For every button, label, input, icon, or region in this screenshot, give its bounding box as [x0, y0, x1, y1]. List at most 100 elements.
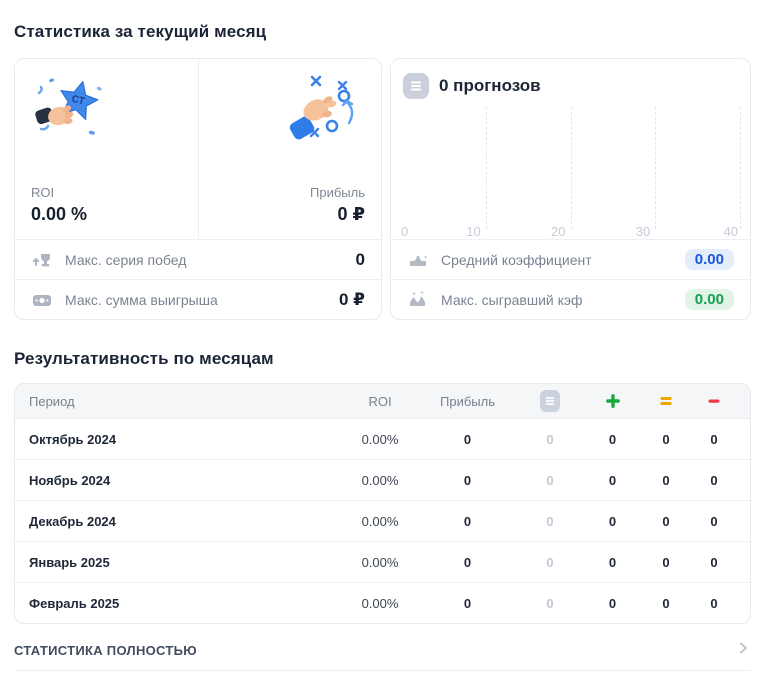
- table-row: Февраль 2025 0.00% 0 0 0 0 0: [15, 582, 750, 623]
- forecasts-chart-block: 0 прогнозов 0 10 20 30 40: [391, 59, 750, 239]
- banknote-icon: [31, 289, 53, 311]
- row-returns: 0: [640, 432, 692, 447]
- profit-stat: Прибыль 0 ₽: [310, 185, 365, 225]
- row-forecasts: 0: [515, 432, 585, 447]
- monthly-results-title: Результативность по месяцам: [14, 349, 751, 369]
- row-roi: 0.00%: [340, 596, 420, 611]
- roi-stat: ROI 0.00 %: [31, 185, 182, 225]
- forecasts-chart-head: 0 прогнозов: [391, 59, 750, 99]
- avg-coefficient-row: Средний коэффициент 0.00: [391, 239, 750, 279]
- row-wins: 0: [585, 596, 640, 611]
- profit-value: 0 ₽: [310, 204, 365, 225]
- star-hand-illustration-icon: СТ: [31, 69, 111, 145]
- row-period: Январь 2025: [29, 555, 340, 570]
- max-win-streak-value: 0: [356, 250, 365, 270]
- max-win-streak-label: Макс. серия побед: [65, 252, 344, 268]
- current-month-title: Статистика за текущий месяц: [14, 22, 751, 42]
- full-statistics-label: СТАТИСТИКА ПОЛНОСТЬЮ: [14, 643, 197, 658]
- max-win-sum-value: 0 ₽: [339, 290, 365, 310]
- row-profit: 0: [420, 473, 515, 488]
- x-axis-tick: 40: [724, 224, 738, 239]
- row-losses: 0: [692, 555, 736, 570]
- x-axis-tick: 10: [466, 224, 480, 239]
- gridline: [571, 107, 572, 229]
- header-roi: ROI: [340, 394, 420, 409]
- row-profit: 0: [420, 555, 515, 570]
- row-losses: 0: [692, 473, 736, 488]
- forecasts-list-icon: [403, 73, 429, 99]
- row-roi: 0.00%: [340, 555, 420, 570]
- x-axis-tick: 20: [551, 224, 565, 239]
- row-forecasts: 0: [515, 555, 585, 570]
- wins-plus-icon: [585, 394, 640, 408]
- max-win-sum-label: Макс. сумма выигрыша: [65, 292, 327, 308]
- row-forecasts: 0: [515, 596, 585, 611]
- row-forecasts: 0: [515, 473, 585, 488]
- row-period: Октябрь 2024: [29, 432, 340, 447]
- row-period: Декабрь 2024: [29, 514, 340, 529]
- x-axis-tick: 30: [636, 224, 650, 239]
- max-won-coefficient-value-badge: 0.00: [685, 289, 734, 310]
- avg-coefficient-value-badge: 0.00: [685, 249, 734, 270]
- row-losses: 0: [692, 514, 736, 529]
- row-wins: 0: [585, 555, 640, 570]
- forecasts-count-icon: [515, 390, 585, 412]
- row-losses: 0: [692, 596, 736, 611]
- table-row: Январь 2025 0.00% 0 0 0 0 0: [15, 541, 750, 582]
- strategy-hand-illustration-icon: [285, 69, 365, 145]
- x-axis-tick: 0: [401, 224, 408, 239]
- row-period: Февраль 2025: [29, 596, 340, 611]
- row-roi: 0.00%: [340, 432, 420, 447]
- row-roi: 0.00%: [340, 473, 420, 488]
- header-profit: Прибыль: [420, 394, 515, 409]
- row-losses: 0: [692, 432, 736, 447]
- returns-equals-icon: [640, 394, 692, 408]
- row-returns: 0: [640, 596, 692, 611]
- row-profit: 0: [420, 514, 515, 529]
- losses-minus-icon: [692, 394, 736, 408]
- table-row: Ноябрь 2024 0.00% 0 0 0 0 0: [15, 459, 750, 500]
- profit-block: Прибыль 0 ₽: [198, 59, 382, 239]
- row-returns: 0: [640, 473, 692, 488]
- row-profit: 0: [420, 596, 515, 611]
- gridline: [655, 107, 656, 229]
- forecasts-count-title: 0 прогнозов: [439, 76, 541, 96]
- forecasts-chart-area: 0 10 20 30 40: [401, 107, 740, 239]
- profit-label: Прибыль: [310, 185, 365, 200]
- row-period: Ноябрь 2024: [29, 473, 340, 488]
- chart-two-peaks-icon: [407, 289, 429, 311]
- max-won-coefficient-row: Макс. сыгравший кэф 0.00: [391, 279, 750, 319]
- row-wins: 0: [585, 473, 640, 488]
- monthly-results-table: Период ROI Прибыль: [14, 383, 751, 624]
- bottom-divider: [14, 670, 751, 671]
- row-roi: 0.00%: [340, 514, 420, 529]
- row-forecasts: 0: [515, 514, 585, 529]
- forecasts-card: 0 прогнозов 0 10 20 30 40: [390, 58, 751, 320]
- row-returns: 0: [640, 555, 692, 570]
- roi-value: 0.00 %: [31, 204, 182, 225]
- header-period: Период: [29, 394, 340, 409]
- chevron-right-icon: [735, 640, 751, 661]
- table-header-row: Период ROI Прибыль: [15, 384, 750, 418]
- row-profit: 0: [420, 432, 515, 447]
- chart-peak-icon: [407, 249, 429, 271]
- roi-profit-top: СТ ROI 0.00 %: [15, 59, 381, 239]
- table-row: Декабрь 2024 0.00% 0 0 0 0 0: [15, 500, 750, 541]
- max-win-sum-row: Макс. сумма выигрыша 0 ₽: [15, 279, 381, 319]
- roi-block: СТ ROI 0.00 %: [15, 59, 198, 239]
- summary-cards: СТ ROI 0.00 %: [14, 58, 751, 320]
- roi-label: ROI: [31, 185, 182, 200]
- row-wins: 0: [585, 514, 640, 529]
- max-win-streak-row: Макс. серия побед 0: [15, 239, 381, 279]
- avg-coefficient-label: Средний коэффициент: [441, 252, 673, 268]
- trophy-up-icon: [31, 249, 53, 271]
- max-won-coefficient-label: Макс. сыгравший кэф: [441, 292, 673, 308]
- gridline: [740, 107, 741, 229]
- statistics-page: Статистика за текущий месяц СТ: [0, 22, 765, 671]
- table-row: Октябрь 2024 0.00% 0 0 0 0 0: [15, 418, 750, 459]
- row-wins: 0: [585, 432, 640, 447]
- gridline: [486, 107, 487, 229]
- full-statistics-link[interactable]: СТАТИСТИКА ПОЛНОСТЬЮ: [14, 640, 751, 661]
- row-returns: 0: [640, 514, 692, 529]
- roi-profit-card: СТ ROI 0.00 %: [14, 58, 382, 320]
